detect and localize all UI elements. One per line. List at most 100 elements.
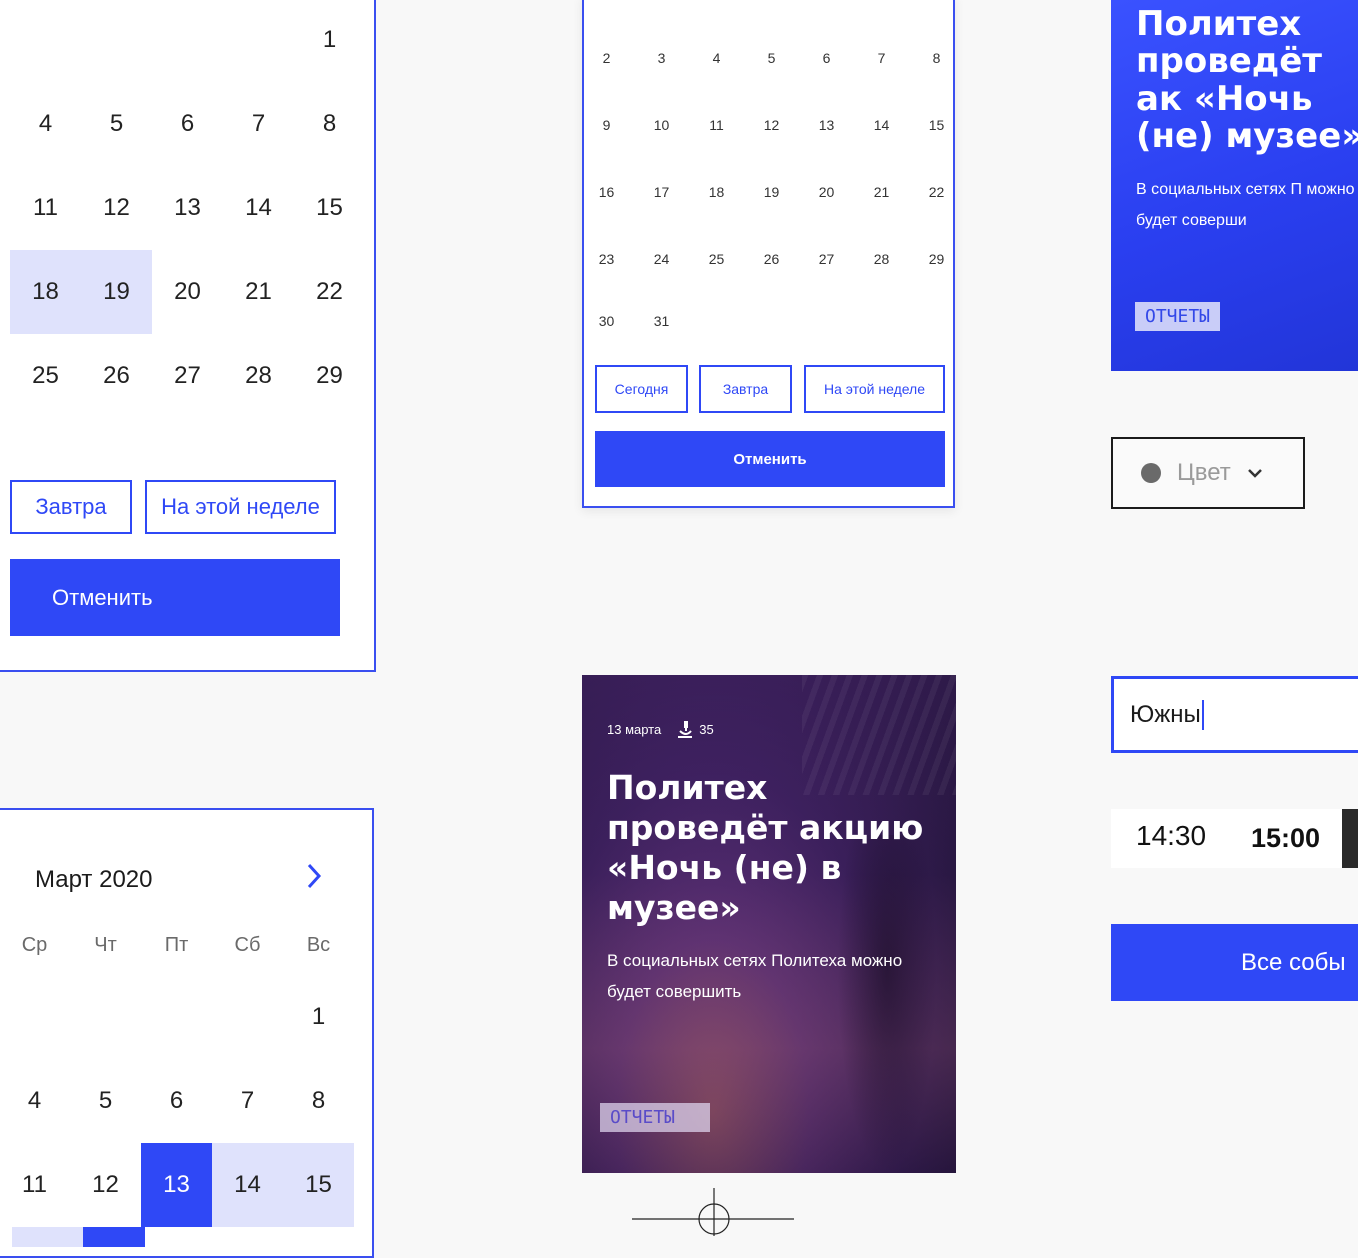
calendar-day[interactable]: 30 bbox=[579, 292, 634, 350]
event-card-right[interactable]: Политех проведёт ак «Ночь (не) музее» В … bbox=[1111, 0, 1358, 371]
calendar-day[interactable]: 1 bbox=[294, 0, 365, 82]
calendar-days-grid: 2 3 4 5 6 7 8 9 10 11 12 13 14 15 16 17 18 19 20 21 22 23 24 25… bbox=[579, 24, 964, 350]
weekday-label: Чт bbox=[94, 934, 117, 956]
calendar-day[interactable]: 20 bbox=[799, 158, 854, 225]
calendar-day[interactable]: 10 bbox=[634, 91, 689, 158]
calendar-day[interactable]: 13 bbox=[799, 91, 854, 158]
calendar-day[interactable]: 4 bbox=[10, 82, 81, 166]
calendar-day[interactable]: 15 bbox=[909, 91, 964, 158]
calendar-day bbox=[141, 975, 212, 1059]
chevron-down-icon bbox=[1247, 467, 1263, 479]
calendar-day[interactable]: 16 bbox=[579, 158, 634, 225]
time-slot-dark[interactable] bbox=[1342, 809, 1358, 868]
calendar-day[interactable]: 25 bbox=[689, 225, 744, 292]
tomorrow-button[interactable]: Завтра bbox=[699, 365, 792, 413]
calendar-day[interactable]: 5 bbox=[70, 1059, 141, 1143]
calendar-day[interactable]: 7 bbox=[212, 1059, 283, 1143]
calendar-day[interactable]: 11 bbox=[689, 91, 744, 158]
calendar-day[interactable]: 6 bbox=[141, 1059, 212, 1143]
calendar-day[interactable]: 1 bbox=[283, 975, 354, 1059]
time-slot-selected[interactable]: 15:00 bbox=[1251, 823, 1320, 854]
color-select[interactable]: Цвет bbox=[1111, 437, 1305, 509]
calendar-day[interactable]: 5 bbox=[81, 82, 152, 166]
calendar-day bbox=[854, 292, 909, 350]
cancel-button[interactable]: Отменить bbox=[595, 431, 945, 487]
calendar-day-in-range[interactable]: 18 bbox=[10, 250, 81, 334]
today-button[interactable]: Сегодня bbox=[595, 365, 688, 413]
calendar-days-grid: 1 4 5 6 7 8 11 12 13 14 15 18 19 20 21 22 25 26 27 28 29 bbox=[10, 0, 365, 418]
calendar-day[interactable]: 29 bbox=[909, 225, 964, 292]
calendar-panel-middle: 2 3 4 5 6 7 8 9 10 11 12 13 14 15 16 17 18 19 20 21 22 23 24 25… bbox=[582, 0, 955, 508]
calendar-day[interactable]: 2 bbox=[579, 24, 634, 91]
calendar-day[interactable]: 26 bbox=[81, 334, 152, 418]
calendar-day[interactable]: 14 bbox=[854, 91, 909, 158]
calendar-day[interactable]: 14 bbox=[223, 166, 294, 250]
calendar-day[interactable]: 21 bbox=[854, 158, 909, 225]
calendar-day[interactable]: 21 bbox=[223, 250, 294, 334]
calendar-day bbox=[10, 0, 81, 82]
calendar-day[interactable]: 15 bbox=[294, 166, 365, 250]
calendar-day[interactable]: 9 bbox=[579, 91, 634, 158]
calendar-day[interactable]: 12 bbox=[70, 1143, 141, 1227]
calendar-day[interactable]: 8 bbox=[909, 24, 964, 91]
time-slot[interactable]: 14:30 bbox=[1136, 820, 1206, 852]
calendar-day[interactable]: 31 bbox=[634, 292, 689, 350]
calendar-day[interactable]: 5 bbox=[744, 24, 799, 91]
calendar-day-in-range[interactable]: 15 bbox=[283, 1143, 354, 1227]
event-tag[interactable]: ОТЧЕТЫ bbox=[600, 1103, 710, 1132]
calendar-day[interactable]: 11 bbox=[0, 1143, 70, 1227]
event-meta: 13 марта 35 bbox=[607, 719, 714, 739]
weekday-label: Пт bbox=[164, 934, 189, 956]
calendar-day[interactable]: 28 bbox=[854, 225, 909, 292]
event-title: Политех проведёт ак «Ночь (не) музее» bbox=[1136, 4, 1358, 157]
calendar-day[interactable]: 6 bbox=[152, 82, 223, 166]
chevron-right-icon[interactable] bbox=[305, 862, 323, 895]
calendar-day[interactable]: 7 bbox=[854, 24, 909, 91]
calendar-day-in-range[interactable]: 19 bbox=[81, 250, 152, 334]
calendar-day[interactable]: 8 bbox=[294, 82, 365, 166]
calendar-day-in-range[interactable]: 14 bbox=[212, 1143, 283, 1227]
calendar-day bbox=[223, 0, 294, 82]
calendar-day[interactable]: 18 bbox=[689, 158, 744, 225]
calendar-day[interactable]: 17 bbox=[634, 158, 689, 225]
all-events-button[interactable]: Все собы bbox=[1111, 924, 1358, 1001]
calendar-day[interactable]: 11 bbox=[10, 166, 81, 250]
calendar-day[interactable]: 6 bbox=[799, 24, 854, 91]
weekday-label: Вс bbox=[306, 934, 331, 956]
calendar-day[interactable]: 12 bbox=[81, 166, 152, 250]
calendar-day[interactable]: 24 bbox=[634, 225, 689, 292]
calendar-day-selected[interactable]: 13 bbox=[141, 1143, 212, 1227]
calendar-day[interactable]: 20 bbox=[152, 250, 223, 334]
calendar-day[interactable]: 12 bbox=[744, 91, 799, 158]
search-input[interactable]: Южны bbox=[1111, 676, 1358, 753]
calendar-day[interactable]: 25 bbox=[10, 334, 81, 418]
calendar-panel-top-left: 1 4 5 6 7 8 11 12 13 14 15 18 19 20 21 22 25 26 27 28 29 Зав… bbox=[0, 0, 376, 672]
event-tag[interactable]: ОТЧЕТЫ bbox=[1135, 302, 1221, 331]
cancel-button[interactable]: Отменить bbox=[10, 559, 340, 636]
calendar-day[interactable]: 7 bbox=[223, 82, 294, 166]
calendar-day[interactable]: 27 bbox=[152, 334, 223, 418]
calendar-day[interactable]: 22 bbox=[909, 158, 964, 225]
cancel-button-label: Отменить bbox=[52, 584, 153, 610]
calendar-day[interactable]: 4 bbox=[689, 24, 744, 91]
calendar-day[interactable]: 13 bbox=[152, 166, 223, 250]
event-description: В социальных сетях П можно будет соверши bbox=[1136, 181, 1355, 229]
calendar-day[interactable]: 4 bbox=[0, 1059, 70, 1143]
calendar-day[interactable]: 23 bbox=[579, 225, 634, 292]
calendar-day[interactable]: 27 bbox=[799, 225, 854, 292]
calendar-day[interactable]: 28 bbox=[223, 334, 294, 418]
this-week-button[interactable]: На этой неделе bbox=[145, 480, 336, 534]
calendar-day[interactable]: 8 bbox=[283, 1059, 354, 1143]
calendar-day[interactable]: 19 bbox=[744, 158, 799, 225]
month-label: Март 2020 bbox=[35, 866, 153, 893]
calendar-day[interactable]: 22 bbox=[294, 250, 365, 334]
event-views: 35 bbox=[699, 721, 714, 737]
calendar-day[interactable]: 29 bbox=[294, 334, 365, 418]
weekday-label: Ср bbox=[21, 934, 48, 956]
calendar-day[interactable]: 26 bbox=[744, 225, 799, 292]
tomorrow-button[interactable]: Завтра bbox=[10, 480, 132, 534]
calendar-day[interactable]: 3 bbox=[634, 24, 689, 91]
text-cursor bbox=[1201, 699, 1204, 730]
event-card-center[interactable]: 13 марта 35 Политех проведёт акцию «Ночь… bbox=[582, 675, 956, 1173]
this-week-button[interactable]: На этой неделе bbox=[804, 365, 945, 413]
